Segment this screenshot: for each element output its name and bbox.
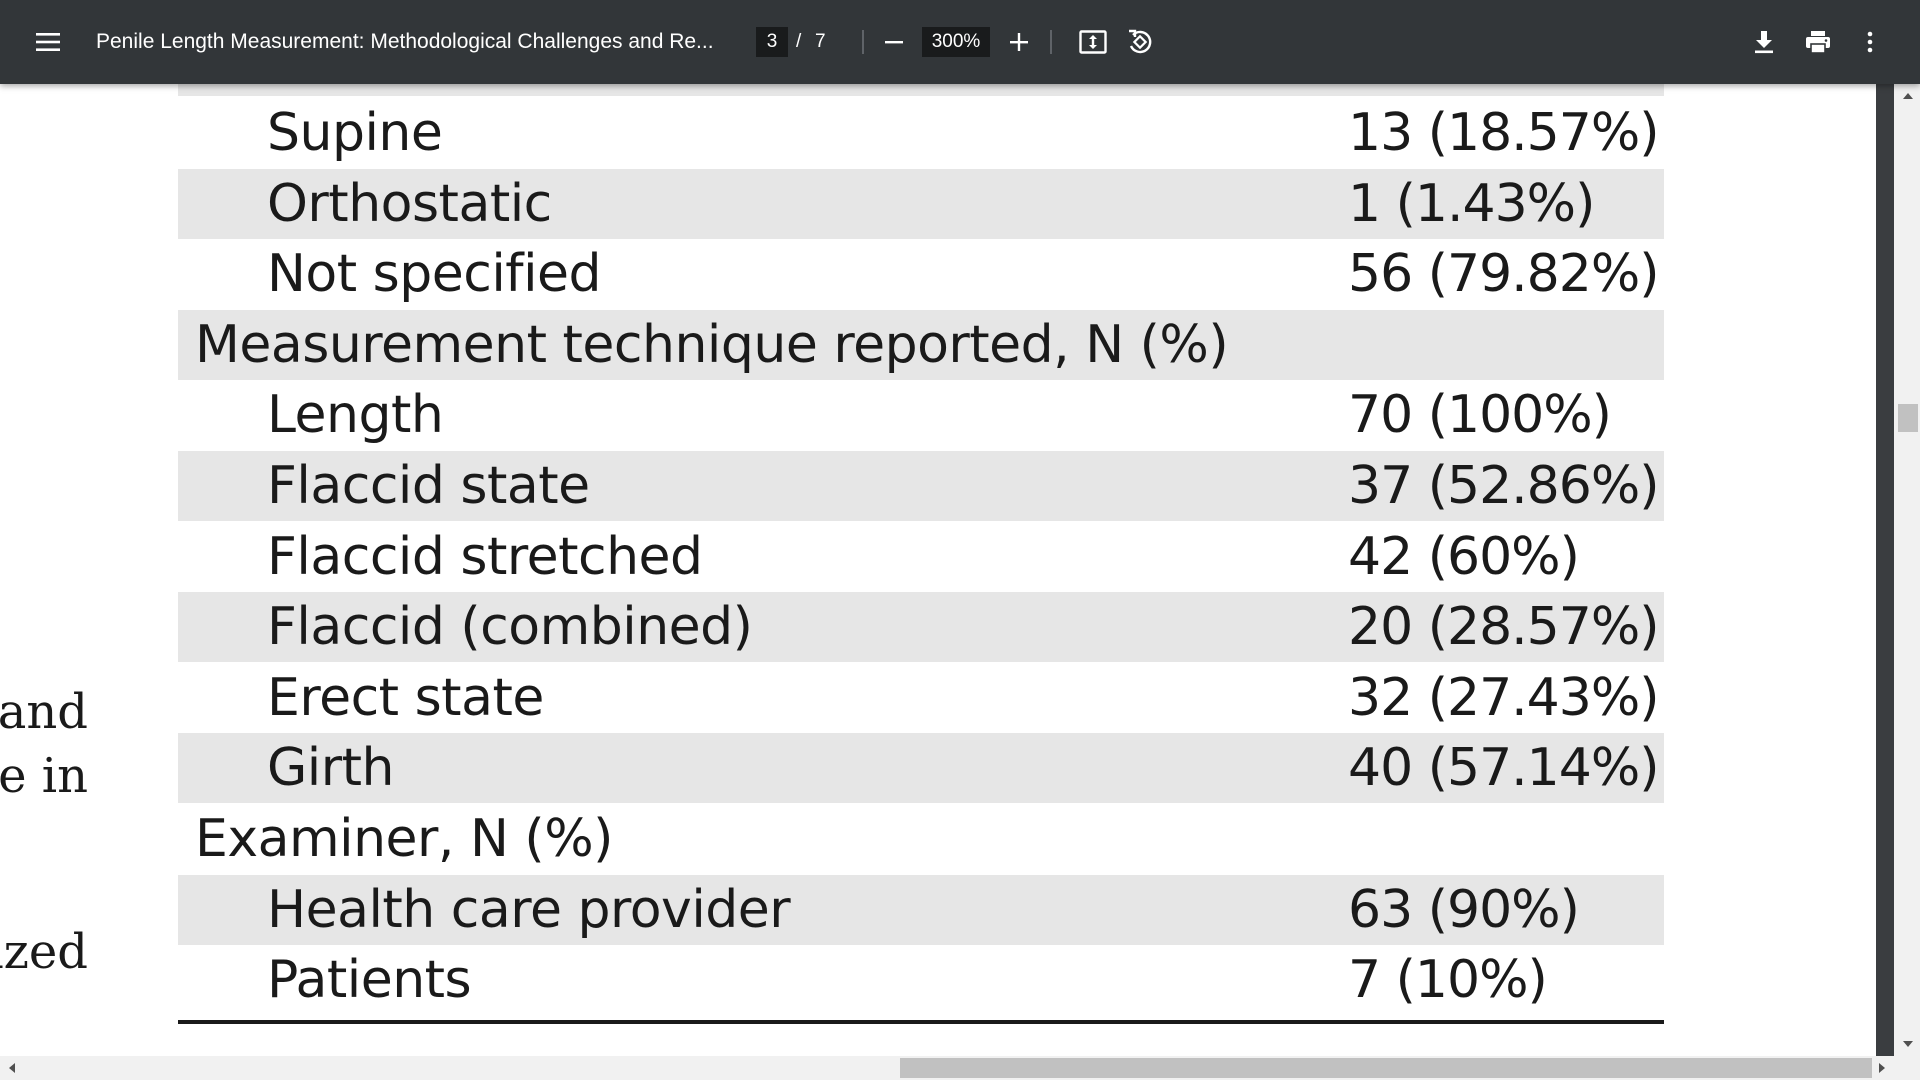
- table-bottom-rule: [178, 1020, 1664, 1024]
- row-label: Erect state: [267, 667, 544, 728]
- scroll-up-arrow[interactable]: [1898, 86, 1918, 106]
- horizontal-scroll-thumb[interactable]: [900, 1058, 1872, 1078]
- fit-page-button[interactable]: [1071, 20, 1115, 64]
- table-row: Length 70 (100%): [178, 380, 1664, 450]
- row-value: 42 (60%): [1348, 526, 1580, 587]
- row-label: Measurement technique reported, N (%): [195, 314, 1229, 375]
- print-icon: [1806, 31, 1830, 54]
- scroll-down-arrow[interactable]: [1898, 1034, 1918, 1054]
- row-value: 37 (52.86%): [1348, 456, 1660, 516]
- document-page: and e in ized Supine13 (18.57%)Orthostat…: [0, 84, 1876, 1056]
- table-row-partial: [178, 84, 1664, 96]
- caret-left-icon: [9, 1063, 15, 1073]
- print-button[interactable]: [1796, 20, 1840, 64]
- zoom-in-button[interactable]: [997, 20, 1041, 64]
- row-label: Flaccid state: [267, 456, 590, 516]
- download-icon: [1755, 31, 1773, 54]
- side-text-fragment: and: [0, 684, 88, 740]
- toolbar: Penile Length Measurement: Methodologica…: [0, 0, 1920, 84]
- toolbar-divider: [862, 30, 864, 54]
- menu-icon: [36, 33, 60, 51]
- toolbar-divider: [1050, 30, 1052, 54]
- download-button[interactable]: [1742, 20, 1786, 64]
- caret-right-icon: [1879, 1063, 1885, 1073]
- side-text-fragment: ized: [0, 924, 88, 980]
- page-separator: /: [796, 31, 802, 52]
- row-value: 13 (18.57%): [1348, 103, 1660, 163]
- row-value: 32 (27.43%): [1348, 667, 1660, 728]
- row-label: Health care provider: [267, 879, 791, 940]
- row-value: 70 (100%): [1348, 385, 1612, 446]
- plus-icon: [1010, 33, 1028, 51]
- row-value: 63 (90%): [1348, 879, 1580, 940]
- row-label: Flaccid (combined): [267, 597, 753, 658]
- menu-button[interactable]: [26, 20, 70, 64]
- row-label: Examiner, N (%): [195, 809, 613, 869]
- table-row: Erect state 32 (27.43%): [178, 663, 1664, 733]
- table-row: Flaccid stretched 42 (60%): [178, 522, 1664, 592]
- caret-down-icon: [1903, 1041, 1913, 1047]
- more-vertical-icon: [1867, 31, 1873, 53]
- side-text-fragment: e in: [0, 748, 88, 804]
- scroll-left-arrow[interactable]: [2, 1058, 22, 1078]
- rotate-button[interactable]: [1118, 20, 1162, 64]
- page-total: 7: [815, 31, 826, 52]
- rotate-icon: [1129, 29, 1152, 54]
- table-row: Girth 40 (57.14%): [178, 733, 1664, 804]
- table-section-header: Examiner, N (%): [178, 804, 1664, 874]
- row-value: 20 (28.57%): [1348, 597, 1660, 658]
- row-value: 40 (57.14%): [1348, 738, 1660, 799]
- more-options-button[interactable]: [1848, 20, 1892, 64]
- vertical-scroll-thumb[interactable]: [1898, 404, 1918, 432]
- table-row: Not specified 56 (79.82%): [178, 239, 1664, 309]
- row-label: Patients: [267, 950, 472, 1011]
- table-row: Orthostatic 1 (1.43%): [178, 168, 1664, 239]
- pdf-viewer: Penile Length Measurement: Methodologica…: [0, 0, 1920, 1080]
- row-value: 1 (1.43%): [1348, 173, 1595, 234]
- row-label: Orthostatic: [267, 173, 552, 234]
- table-row: Health care provider 63 (90%): [178, 874, 1664, 945]
- minus-icon: [885, 41, 903, 44]
- row-value: 56 (79.82%): [1348, 244, 1660, 305]
- table-row: Flaccid state 37 (52.86%): [178, 451, 1664, 521]
- scrollbar-gutter: [1876, 84, 1894, 1056]
- row-label: Flaccid stretched: [267, 526, 703, 587]
- table-row: Supine 13 (18.57%): [178, 98, 1664, 168]
- zoom-out-button[interactable]: [872, 20, 916, 64]
- table-row: Flaccid (combined) 20 (28.57%): [178, 592, 1664, 663]
- row-label: Not specified: [267, 244, 602, 305]
- table-section-header: Measurement technique reported, N (%): [178, 309, 1664, 380]
- row-label: Supine: [267, 103, 443, 163]
- row-label: Girth: [267, 738, 394, 799]
- page-number-input[interactable]: [756, 27, 788, 57]
- document-title: Penile Length Measurement: Methodologica…: [96, 30, 714, 53]
- table-row: Patients 7 (10%): [178, 945, 1664, 1015]
- scroll-right-arrow[interactable]: [1872, 1058, 1892, 1078]
- row-value: 7 (10%): [1348, 950, 1548, 1011]
- fit-page-icon: [1079, 30, 1107, 54]
- vertical-scrollbar[interactable]: [1876, 84, 1920, 1056]
- horizontal-scrollbar[interactable]: [0, 1056, 1920, 1080]
- row-label: Length: [267, 385, 444, 446]
- caret-up-icon: [1903, 93, 1913, 99]
- zoom-input[interactable]: [922, 27, 990, 57]
